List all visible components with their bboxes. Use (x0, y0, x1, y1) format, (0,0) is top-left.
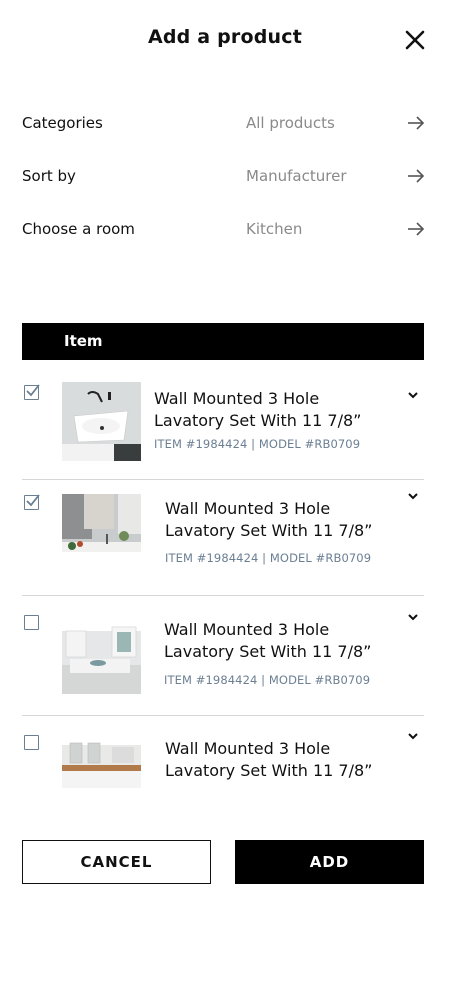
product-name-line: Wall Mounted 3 Hole (154, 389, 320, 408)
product-name-line: Wall Mounted 3 Hole (165, 739, 331, 758)
chevron-down-icon[interactable] (406, 609, 420, 623)
chevron-down-icon[interactable] (406, 387, 420, 401)
product-name-line: Lavatory Set With 11 7/8” (154, 411, 362, 430)
filter-categories[interactable]: Categories All products (22, 109, 426, 137)
product-name-line: Wall Mounted 3 Hole (164, 620, 330, 639)
close-icon[interactable] (404, 29, 426, 51)
row-checkbox[interactable] (24, 735, 39, 750)
arrow-right-icon (406, 166, 426, 186)
arrow-right-icon (406, 219, 426, 239)
product-name-line: Lavatory Set With 11 7/8” (164, 642, 372, 661)
product-thumbnail (62, 615, 141, 694)
cancel-button[interactable]: CANCEL (22, 840, 211, 884)
product-name-line: Lavatory Set With 11 7/8” (165, 521, 373, 540)
product-name: Wall Mounted 3 Hole Lavatory Set With 11… (164, 619, 404, 663)
filter-label: Categories (22, 114, 103, 132)
product-meta: ITEM #1984424 | MODEL #RB0709 (164, 673, 371, 687)
product-name: Wall Mounted 3 Hole Lavatory Set With 11… (154, 388, 394, 432)
row-checkbox[interactable] (24, 615, 39, 630)
product-name: Wall Mounted 3 Hole Lavatory Set With 11… (165, 498, 405, 542)
table-row: Wall Mounted 3 Hole Lavatory Set With 11… (22, 382, 424, 472)
arrow-right-icon (406, 113, 426, 133)
product-name: Wall Mounted 3 Hole Lavatory Set With 11… (165, 738, 405, 782)
product-name-line: Lavatory Set With 11 7/8” (165, 761, 373, 780)
filter-value: All products (246, 114, 335, 132)
add-button[interactable]: ADD (235, 840, 424, 884)
row-divider (22, 479, 424, 480)
filter-label: Sort by (22, 167, 76, 185)
table-row: Wall Mounted 3 Hole Lavatory Set With 11… (22, 733, 424, 795)
row-checkbox[interactable] (24, 384, 40, 400)
chevron-down-icon[interactable] (406, 728, 420, 742)
row-checkbox[interactable] (24, 494, 40, 510)
column-header-item: Item (64, 332, 103, 350)
row-divider (22, 715, 424, 716)
filter-value: Kitchen (246, 220, 303, 238)
product-thumbnail (62, 735, 141, 788)
table-row: Wall Mounted 3 Hole Lavatory Set With 11… (22, 614, 424, 705)
product-meta: ITEM #1984424 | MODEL #RB0709 (154, 437, 361, 451)
product-meta: ITEM #1984424 | MODEL #RB0709 (165, 551, 372, 565)
modal-header: Add a product (0, 0, 450, 80)
filter-label: Choose a room (22, 220, 135, 238)
product-name-line: Wall Mounted 3 Hole (165, 499, 331, 518)
page-title: Add a product (147, 26, 303, 48)
filter-sort-by[interactable]: Sort by Manufacturer (22, 162, 426, 190)
filter-value: Manufacturer (246, 167, 347, 185)
row-divider (22, 595, 424, 596)
filter-choose-room[interactable]: Choose a room Kitchen (22, 215, 426, 243)
table-header: Item (22, 323, 424, 360)
chevron-down-icon[interactable] (406, 488, 420, 502)
product-thumbnail (62, 382, 141, 461)
table-row: Wall Mounted 3 Hole Lavatory Set With 11… (22, 493, 424, 584)
product-thumbnail (62, 494, 141, 573)
